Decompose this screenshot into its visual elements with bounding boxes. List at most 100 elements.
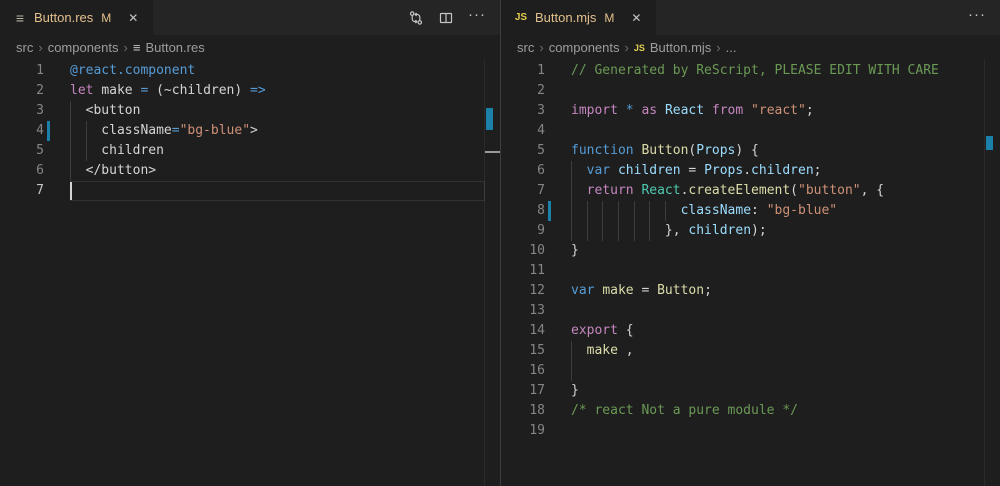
code-line-content [571,121,1000,141]
line-number: 12 [501,281,571,301]
code-line[interactable]: 2 [501,81,1000,101]
code-line[interactable]: 4 className="bg-blue"> [0,121,500,141]
code-line[interactable]: 14export { [501,321,1000,341]
code-line-content [571,301,1000,321]
code-line[interactable]: 8 className: "bg-blue" [501,201,1000,221]
line-number: 17 [501,381,571,401]
code-line[interactable]: 13 [501,301,1000,321]
code-line[interactable]: 18/* react Not a pure module */ [501,401,1000,421]
code-line[interactable]: 6 var children = Props.children; [501,161,1000,181]
breadcrumb-item[interactable]: src [517,40,534,55]
code-editor[interactable]: 1@react.component2let make = (~children)… [0,60,500,486]
code-line[interactable]: 3import * as React from "react"; [501,101,1000,121]
code-line-content: /* react Not a pure module */ [571,401,1000,421]
line-number: 4 [501,121,571,141]
line-number: 10 [501,241,571,261]
code-line[interactable]: 16 [501,361,1000,381]
breadcrumb-label: src [517,40,534,55]
indent-guide [571,361,572,381]
more-actions-icon[interactable]: ··· [468,7,486,28]
text-cursor [70,182,72,200]
breadcrumb-item[interactable]: ≡Button.res [133,40,205,55]
chevron-right-icon: › [124,40,128,55]
js-file-icon: JS [513,13,529,23]
code-line[interactable]: 7 [0,181,500,201]
overview-ruler-border [484,60,485,486]
breadcrumb-item[interactable]: components [48,40,119,55]
code-line[interactable]: 11 [501,261,1000,281]
breadcrumb: src›components›JSButton.mjs›... [501,35,1000,60]
line-number: 18 [501,401,571,421]
indent-guide [665,201,666,221]
tab-button-mjs[interactable]: JS Button.mjs M ✕ [501,0,656,35]
code-line[interactable]: 19 [501,421,1000,441]
code-line-content [571,81,1000,101]
close-tab-icon[interactable]: ✕ [125,10,141,26]
editor-pane-right: JS Button.mjs M ✕ ··· src›components›JSB… [500,0,1000,486]
code-line-content: </button> [70,161,500,181]
code-line[interactable]: 1// Generated by ReScript, PLEASE EDIT W… [501,61,1000,81]
breadcrumb-item[interactable]: src [16,40,33,55]
breadcrumb-label: src [16,40,33,55]
indent-guide [602,201,603,221]
code-line-content: function Button(Props) { [571,141,1000,161]
code-line-content: @react.component [70,61,500,81]
code-line[interactable]: 3 <button [0,101,500,121]
indent-guide [634,221,635,241]
breadcrumb-item[interactable]: ... [726,40,737,55]
code-line-content: import * as React from "react"; [571,101,1000,121]
code-line[interactable]: 2let make = (~children) => [0,81,500,101]
line-number: 1 [501,61,571,81]
code-line[interactable]: 9 }, children); [501,221,1000,241]
code-line-content: className="bg-blue"> [70,121,500,141]
indent-guide [649,221,650,241]
code-line-content [571,361,1000,381]
indent-guide [86,141,87,161]
code-line[interactable]: 5 children [0,141,500,161]
indent-guide [571,221,572,241]
editor-actions-left: ··· [408,0,500,35]
line-number: 3 [0,101,70,121]
chevron-right-icon: › [716,40,720,55]
git-modified-gutter-marker [47,121,50,141]
line-number: 2 [501,81,571,101]
breadcrumb-label: components [549,40,620,55]
code-line[interactable]: 10} [501,241,1000,261]
code-editor[interactable]: 1// Generated by ReScript, PLEASE EDIT W… [501,60,1000,486]
chevron-right-icon: › [625,40,629,55]
indent-guide [634,201,635,221]
js-file-icon: JS [634,43,645,53]
tab-button-res[interactable]: ≡ Button.res M ✕ [0,0,153,35]
code-line[interactable]: 12var make = Button; [501,281,1000,301]
tabstrip-left: ≡ Button.res M ✕ [0,0,500,35]
code-line-content: let make = (~children) => [70,81,500,101]
open-changes-icon[interactable] [408,10,424,26]
breadcrumb-item[interactable]: components [549,40,620,55]
code-line[interactable]: 17} [501,381,1000,401]
code-line-content: make , [571,341,1000,361]
code-line-content [70,181,500,201]
code-line-content: } [571,381,1000,401]
code-line-content: }, children); [571,221,1000,241]
code-line[interactable]: 5function Button(Props) { [501,141,1000,161]
tabstrip-right: JS Button.mjs M ✕ ··· [501,0,1000,35]
tab-label: Button.mjs [535,10,596,25]
git-modified-gutter-marker [548,201,551,221]
code-line[interactable]: 4 [501,121,1000,141]
code-line-content: className: "bg-blue" [571,201,1000,221]
close-tab-icon[interactable]: ✕ [628,10,644,26]
code-line[interactable]: 7 return React.createElement("button", { [501,181,1000,201]
code-line[interactable]: 15 make , [501,341,1000,361]
indent-guide [649,201,650,221]
breadcrumb-item[interactable]: JSButton.mjs [634,40,711,55]
line-number: 6 [501,161,571,181]
more-actions-icon[interactable]: ··· [968,7,986,28]
split-editor-icon[interactable] [438,10,454,26]
code-line[interactable]: 1@react.component [0,61,500,81]
indent-guide [86,121,87,141]
breadcrumb: src›components›≡Button.res [0,35,500,60]
code-line[interactable]: 6 </button> [0,161,500,181]
indent-guide [571,341,572,361]
code-line-content: // Generated by ReScript, PLEASE EDIT WI… [571,61,1000,81]
indent-guide [70,141,71,161]
